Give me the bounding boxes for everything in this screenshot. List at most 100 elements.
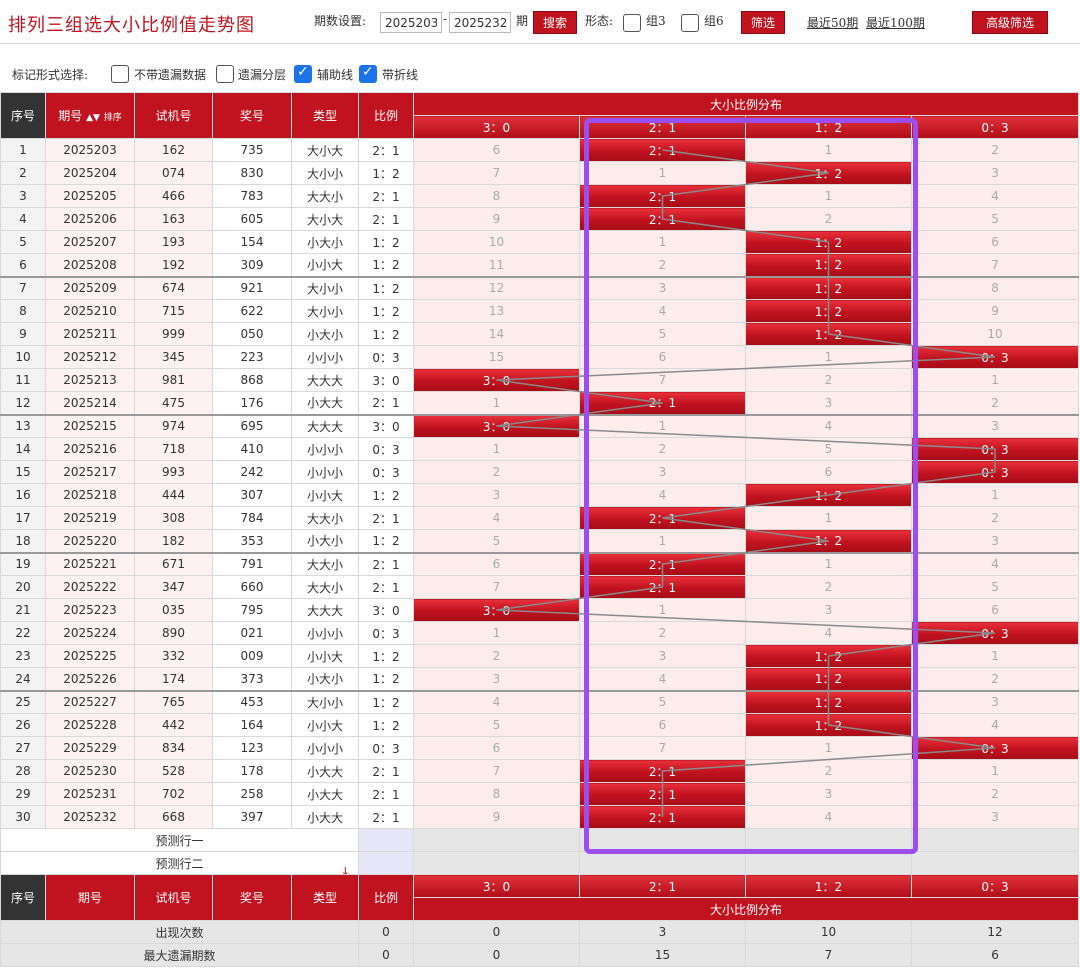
- row-ratio: 1：2: [358, 230, 414, 254]
- table-row: 30 2025232 668 397 小大大 2：1 9 2：1 4 3: [0, 805, 1080, 829]
- row-trial: 192: [134, 253, 213, 277]
- col-period-header[interactable]: 期号 ▲▼ 排序: [45, 92, 135, 139]
- miss-cell: 6: [579, 713, 746, 737]
- table-row: 16 2025218 444 307 小小大 1：2 3 4 1：2 1: [0, 483, 1080, 507]
- row-draw: 009: [212, 644, 292, 668]
- advanced-filter-button[interactable]: 高级筛选: [972, 11, 1048, 34]
- row-draw: 921: [212, 275, 292, 300]
- row-period: 2025207: [45, 230, 135, 254]
- stats-cell: 10: [745, 920, 912, 944]
- miss-cell: 8: [910, 275, 1080, 300]
- miss-cell: 2: [745, 575, 912, 599]
- row-seq: 11: [0, 368, 46, 392]
- row-ratio: 0：3: [358, 345, 414, 369]
- row-seq: 18: [0, 529, 46, 553]
- miss-cell: 7: [579, 736, 746, 760]
- row-seq: 27: [0, 736, 46, 760]
- row-period: 2025215: [45, 413, 135, 438]
- miss-cell: 1: [579, 230, 746, 254]
- search-button[interactable]: 搜索: [533, 11, 577, 34]
- miss-cell: 12: [413, 275, 580, 300]
- row-ratio: 1：2: [358, 529, 414, 553]
- predict-row-2-label: 预测行二 ↓: [0, 851, 359, 875]
- table-row: 14 2025216 718 410 小小小 0：3 1 2 5 0：3: [0, 437, 1080, 461]
- miss-cell: 2: [413, 460, 580, 484]
- row-ratio: 1：2: [358, 689, 414, 714]
- row-period: 2025209: [45, 275, 135, 300]
- miss-cell: 4: [745, 413, 912, 438]
- predict-cell[interactable]: [910, 851, 1080, 875]
- row-draw: 453: [212, 689, 292, 714]
- row-seq: 28: [0, 759, 46, 783]
- no-miss-data-checkbox[interactable]: [111, 65, 129, 83]
- miss-cell: 8: [413, 782, 580, 806]
- footer-ratio-12: 1：2: [745, 874, 912, 898]
- predict-cell[interactable]: [745, 828, 912, 852]
- sort-label[interactable]: 排序: [104, 113, 122, 123]
- row-draw: 176: [212, 391, 292, 415]
- row-seq: 21: [0, 598, 46, 622]
- table-row: 23 2025225 332 009 小小大 1：2 2 3 1：2 1: [0, 644, 1080, 668]
- row-seq: 10: [0, 345, 46, 369]
- row-trial: 308: [134, 506, 213, 530]
- predict-row-1-input[interactable]: [358, 828, 414, 852]
- row-period: 2025218: [45, 483, 135, 507]
- guide-line-checkbox[interactable]: [294, 64, 312, 83]
- stats-cell: 15: [579, 943, 746, 967]
- polyline-checkbox[interactable]: [359, 64, 377, 83]
- row-type: 大小小: [291, 275, 359, 300]
- filter-button[interactable]: 筛选: [741, 11, 785, 34]
- period-dash: -: [443, 12, 448, 26]
- period-end-input[interactable]: [449, 12, 511, 33]
- hit-cell: 2：1: [579, 391, 746, 415]
- row-ratio: 1：2: [358, 299, 414, 323]
- predict-cell[interactable]: [413, 851, 580, 875]
- row-period: 2025204: [45, 161, 135, 185]
- stats-ratio: 0: [413, 943, 580, 967]
- hit-cell: 0：3: [910, 736, 1080, 760]
- predict-cell[interactable]: [745, 851, 912, 875]
- row-seq: 1: [0, 138, 46, 162]
- predict-cell[interactable]: [579, 851, 746, 875]
- recent-50-link[interactable]: 最近50期: [807, 14, 858, 31]
- row-draw: 353: [212, 529, 292, 553]
- miss-layer-checkbox[interactable]: [216, 65, 234, 83]
- row-trial: 671: [134, 551, 213, 576]
- row-period: 2025224: [45, 621, 135, 645]
- sort-icon[interactable]: ▲▼: [86, 113, 100, 123]
- table-row: 27 2025229 834 123 小小小 0：3 6 7 1 0：3: [0, 736, 1080, 760]
- table-row: 24 2025226 174 373 小大小 1：2 3 4 1：2 2: [0, 667, 1080, 691]
- miss-cell: 5: [745, 437, 912, 461]
- predict-cell[interactable]: [910, 828, 1080, 852]
- ratio-header-21: 2：1: [579, 115, 746, 139]
- miss-cell: 1: [910, 368, 1080, 392]
- zu6-checkbox[interactable]: [681, 14, 699, 32]
- row-draw: 868: [212, 368, 292, 392]
- polyline-label: 带折线: [382, 68, 419, 82]
- table-row: 8 2025210 715 622 大小小 1：2 13 4 1：2 9: [0, 299, 1080, 323]
- miss-cell: 4: [910, 551, 1080, 576]
- hit-cell: 2：1: [579, 207, 746, 231]
- row-trial: 466: [134, 184, 213, 208]
- row-ratio: 1：2: [358, 644, 414, 668]
- predict-cell[interactable]: [579, 828, 746, 852]
- miss-cell: 1: [579, 413, 746, 438]
- predict-row-2-input[interactable]: [358, 851, 414, 875]
- hit-cell: 1：2: [745, 529, 912, 553]
- row-type: 小大小: [291, 667, 359, 691]
- row-trial: 182: [134, 529, 213, 553]
- footer-ratio-21: 2：1: [579, 874, 746, 898]
- row-seq: 22: [0, 621, 46, 645]
- row-ratio: 2：1: [358, 506, 414, 530]
- miss-cell: 1: [745, 551, 912, 576]
- row-period: 2025214: [45, 391, 135, 415]
- miss-cell: 9: [910, 299, 1080, 323]
- miss-cell: 2: [579, 621, 746, 645]
- miss-cell: 6: [745, 460, 912, 484]
- table-row: 22 2025224 890 021 小小小 0：3 1 2 4 0：3: [0, 621, 1080, 645]
- predict-cell[interactable]: [413, 828, 580, 852]
- row-trial: 715: [134, 299, 213, 323]
- period-start-input[interactable]: [380, 12, 442, 33]
- recent-100-link[interactable]: 最近100期: [866, 14, 925, 31]
- zu3-checkbox[interactable]: [623, 14, 641, 32]
